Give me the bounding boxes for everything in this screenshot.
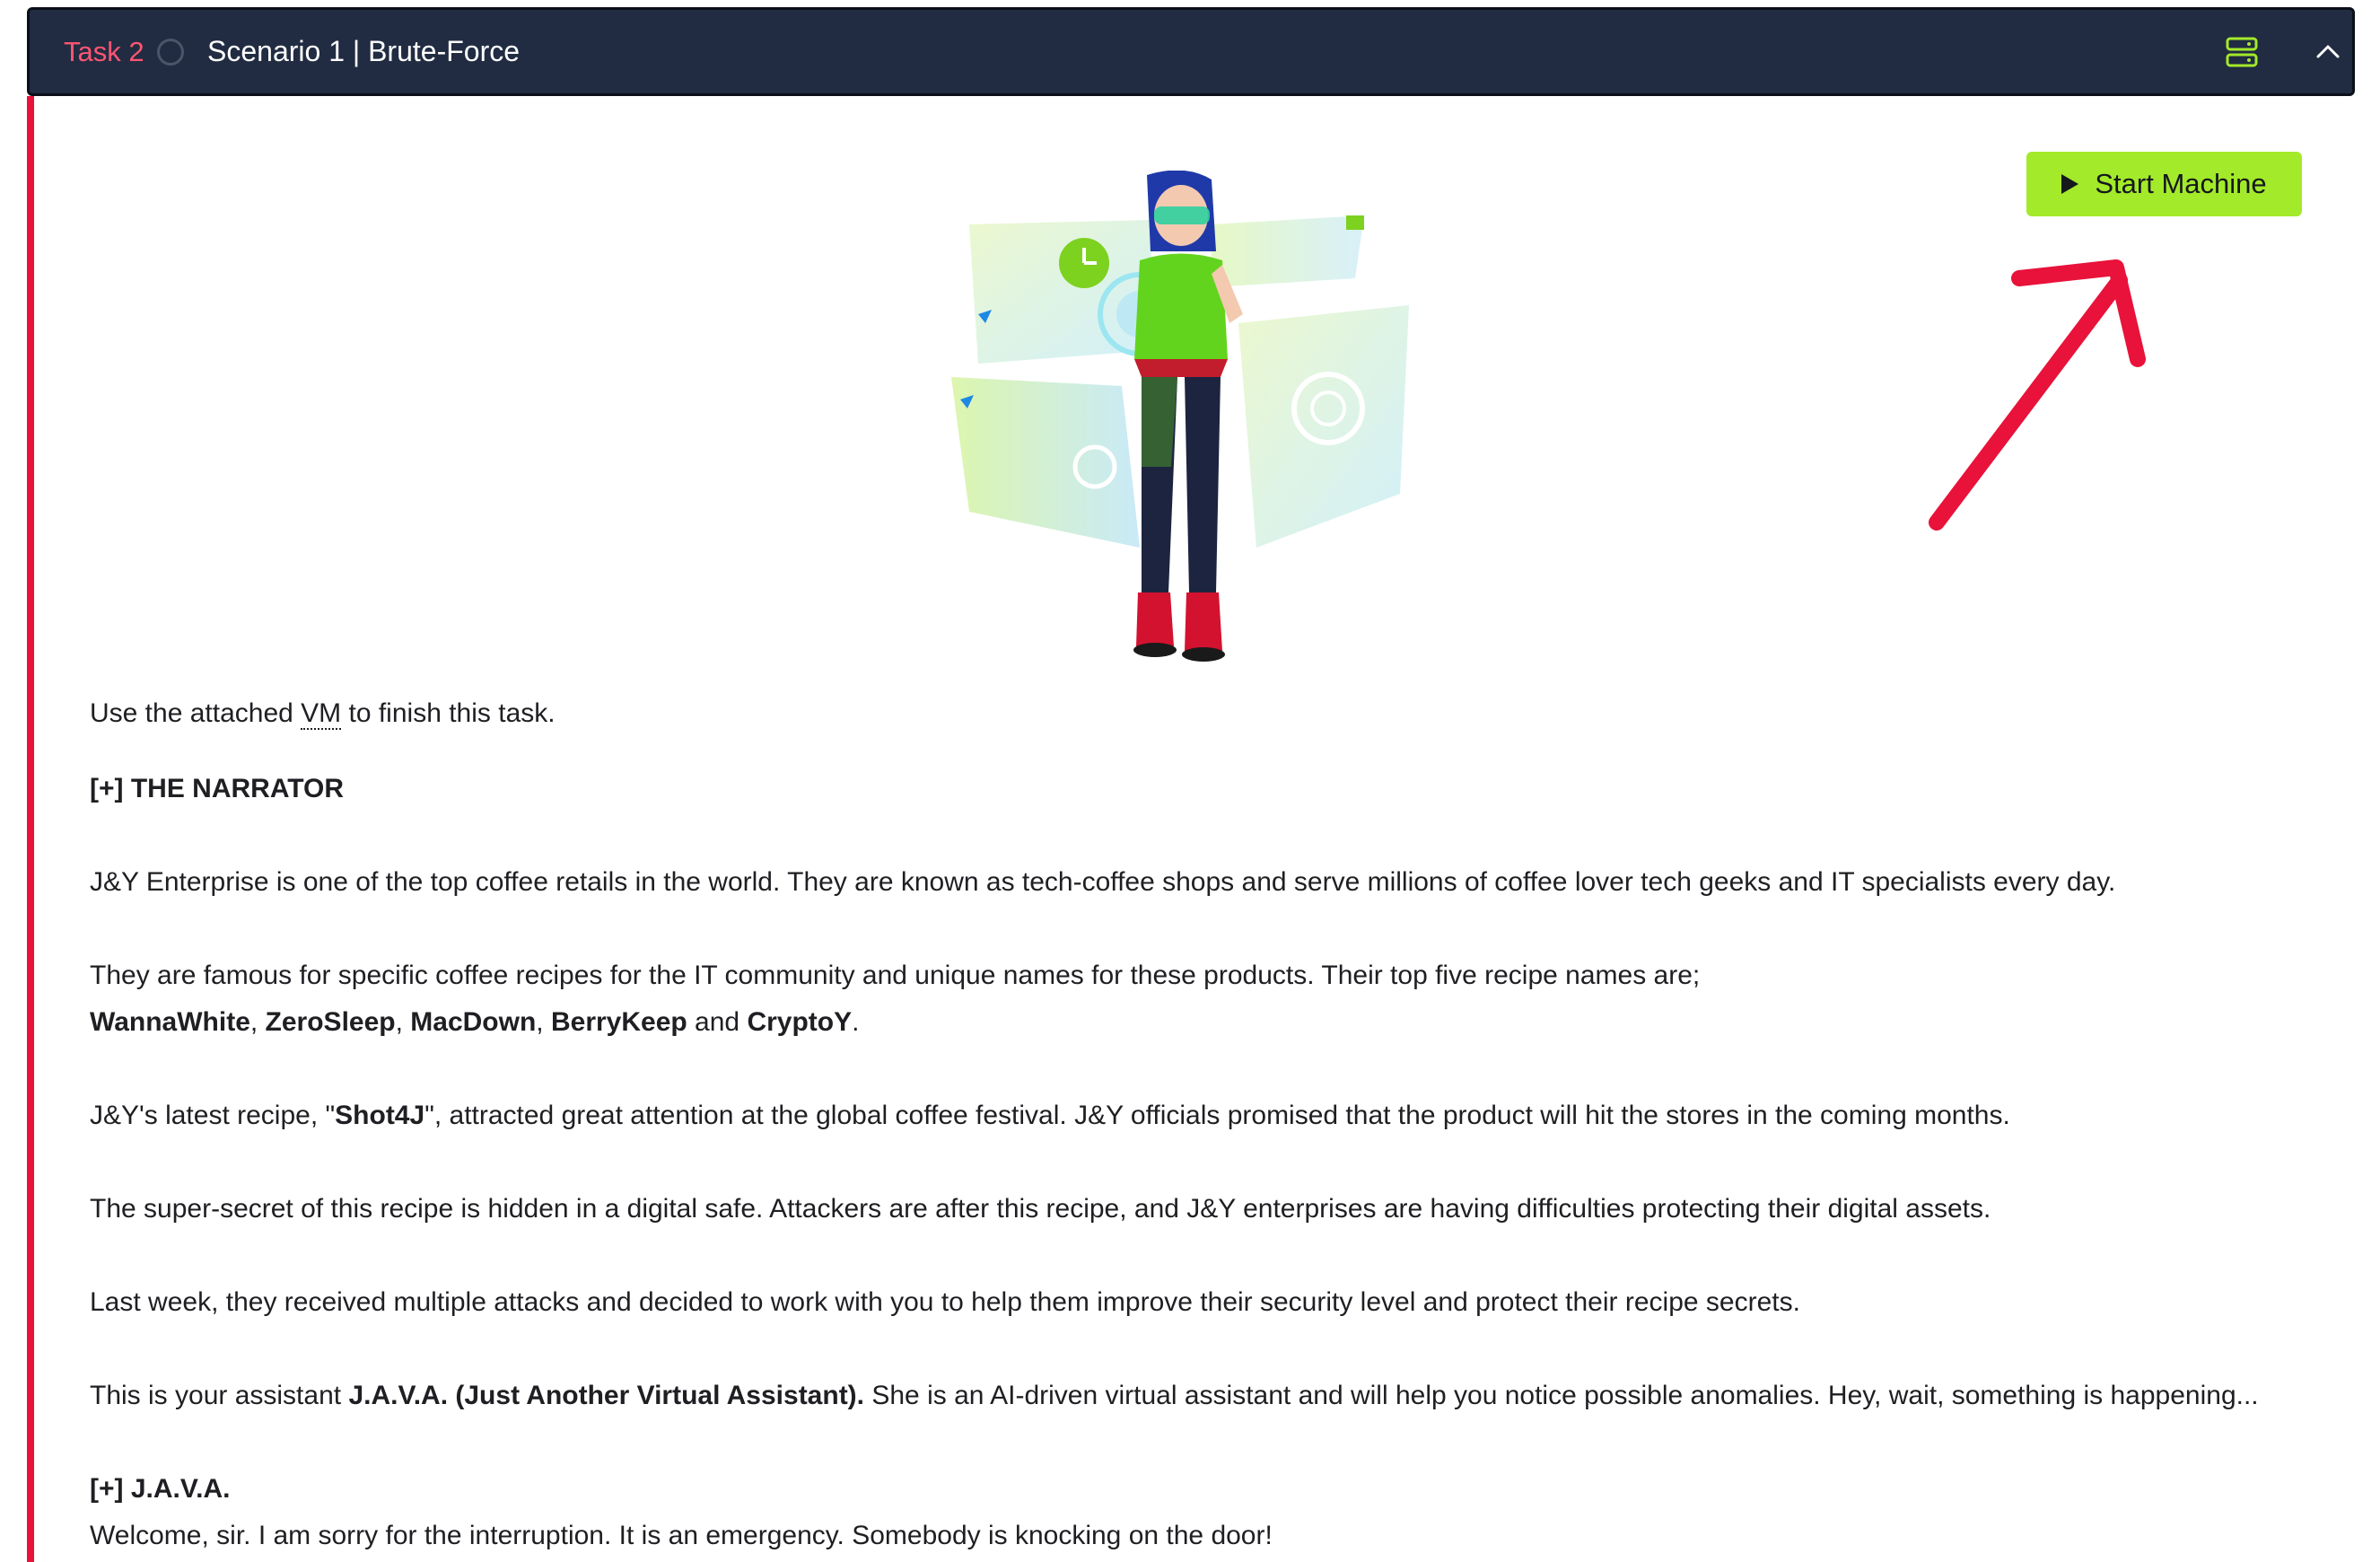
task-number: Task 2: [64, 35, 144, 67]
narrator-heading: [+] THE NARRATOR: [90, 772, 344, 806]
vm-abbr: VM: [301, 698, 342, 730]
chevron-up-icon[interactable]: [2314, 40, 2342, 62]
intro-text: Use the attached VM to finish this task.: [90, 697, 556, 731]
intro-after: to finish this task.: [341, 698, 556, 728]
narrator-paragraph-1: J&Y Enterprise is one of the top coffee …: [90, 867, 2116, 897]
intro-before: Use the attached: [90, 698, 302, 728]
java-heading-text: [+] J.A.V.A.: [90, 1474, 231, 1504]
task-panel: Task 2 Scenario 1 | Brute-Force Start Ma…: [0, 0, 2380, 1562]
p3-before: J&Y's latest recipe, ": [90, 1101, 336, 1130]
red-arrow-annotation: [1929, 259, 2146, 531]
narrator-paragraph-3: J&Y's latest recipe, "Shot4J", attracted…: [90, 1099, 2010, 1133]
separator: and: [687, 1007, 748, 1037]
recipe-name: CryptoY: [747, 1007, 853, 1037]
separator: ,: [536, 1007, 551, 1037]
task-title: Scenario 1 | Brute-Force: [207, 35, 521, 67]
start-machine-button[interactable]: Start Machine: [2026, 152, 2302, 216]
play-icon: [2061, 174, 2079, 194]
task-header[interactable]: Task 2 Scenario 1 | Brute-Force: [27, 7, 2355, 96]
p6-before: This is your assistant: [90, 1381, 349, 1410]
recipe-list: WannaWhite, ZeroSleep, MacDown, BerryKee…: [90, 1005, 859, 1040]
narrator-paragraph-6: This is your assistant J.A.V.A. (Just An…: [90, 1379, 2259, 1413]
separator: ,: [249, 1007, 266, 1037]
narrator-paragraph-5: Last week, they received multiple attack…: [90, 1287, 1800, 1317]
separator: .: [852, 1007, 860, 1037]
p6-assistant-name: J.A.V.A. (Just Another Virtual Assistant…: [348, 1381, 865, 1410]
java-paragraph-1: Welcome, sir. I am sorry for the interru…: [90, 1521, 1273, 1550]
narrator-heading-text: [+] THE NARRATOR: [90, 774, 345, 803]
narrator-paragraph-4: The super-secret of this recipe is hidde…: [90, 1194, 1991, 1224]
recipe-name: BerryKeep: [550, 1007, 687, 1037]
java-heading: [+] J.A.V.A.: [90, 1472, 230, 1506]
narrator-paragraph-2: They are famous for specific coffee reci…: [90, 961, 1701, 990]
start-machine-label: Start Machine: [2095, 168, 2267, 199]
recipe-name: MacDown: [410, 1007, 537, 1037]
circle-icon: [157, 39, 184, 66]
separator: ,: [395, 1007, 411, 1037]
hero-illustration: [951, 171, 1409, 662]
accent-bar: [27, 96, 34, 1562]
p6-after: She is an AI-driven virtual assistant an…: [864, 1381, 2259, 1410]
p3-recipe-name: Shot4J: [335, 1101, 425, 1130]
server-icon[interactable]: [2225, 36, 2259, 68]
recipe-name: ZeroSleep: [265, 1007, 396, 1037]
p3-after: ", attracted great attention at the glob…: [424, 1101, 2010, 1130]
recipe-name: WannaWhite: [90, 1007, 250, 1037]
